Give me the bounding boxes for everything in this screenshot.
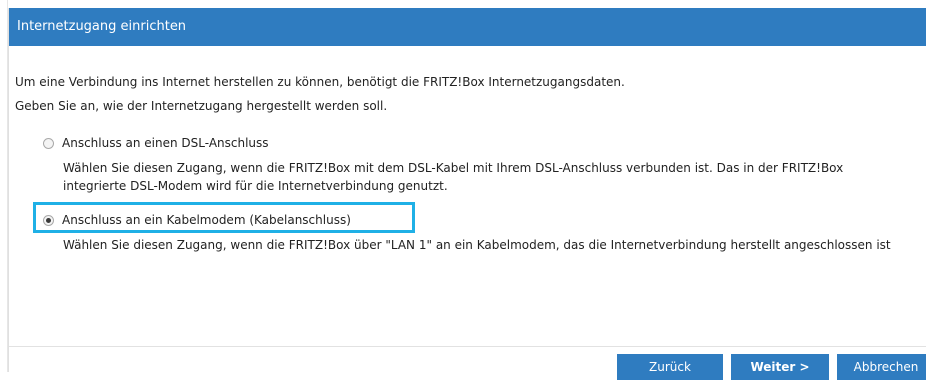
option-cable-label[interactable]: Anschluss an ein Kabelmodem (Kabelanschl… — [62, 213, 351, 227]
window-left-edge — [0, 0, 8, 372]
radio-cable[interactable] — [43, 214, 54, 226]
next-button[interactable]: Weiter > — [731, 354, 829, 380]
intro-text-line-1: Um eine Verbindung ins Internet herstell… — [15, 75, 625, 89]
option-dsl[interactable]: Anschluss an einen DSL-Anschluss — [43, 136, 269, 150]
option-dsl-label[interactable]: Anschluss an einen DSL-Anschluss — [62, 136, 269, 150]
back-button[interactable]: Zurück — [617, 354, 723, 380]
cancel-button[interactable]: Abbrechen — [837, 354, 926, 380]
option-cable-description: Wählen Sie diesen Zugang, wenn die FRITZ… — [63, 238, 891, 252]
option-cable[interactable]: Anschluss an ein Kabelmodem (Kabelanschl… — [43, 213, 351, 227]
intro-text-line-2: Geben Sie an, wie der Internetzugang her… — [15, 99, 388, 113]
footer-divider — [9, 346, 926, 347]
panel-header: Internetzugang einrichten — [9, 8, 926, 46]
panel-title: Internetzugang einrichten — [17, 19, 187, 34]
option-dsl-description: Wählen Sie diesen Zugang, wenn die FRITZ… — [63, 161, 844, 193]
setup-panel: Internetzugang einrichten Um eine Verbin… — [8, 8, 926, 380]
radio-dsl[interactable] — [43, 137, 54, 149]
